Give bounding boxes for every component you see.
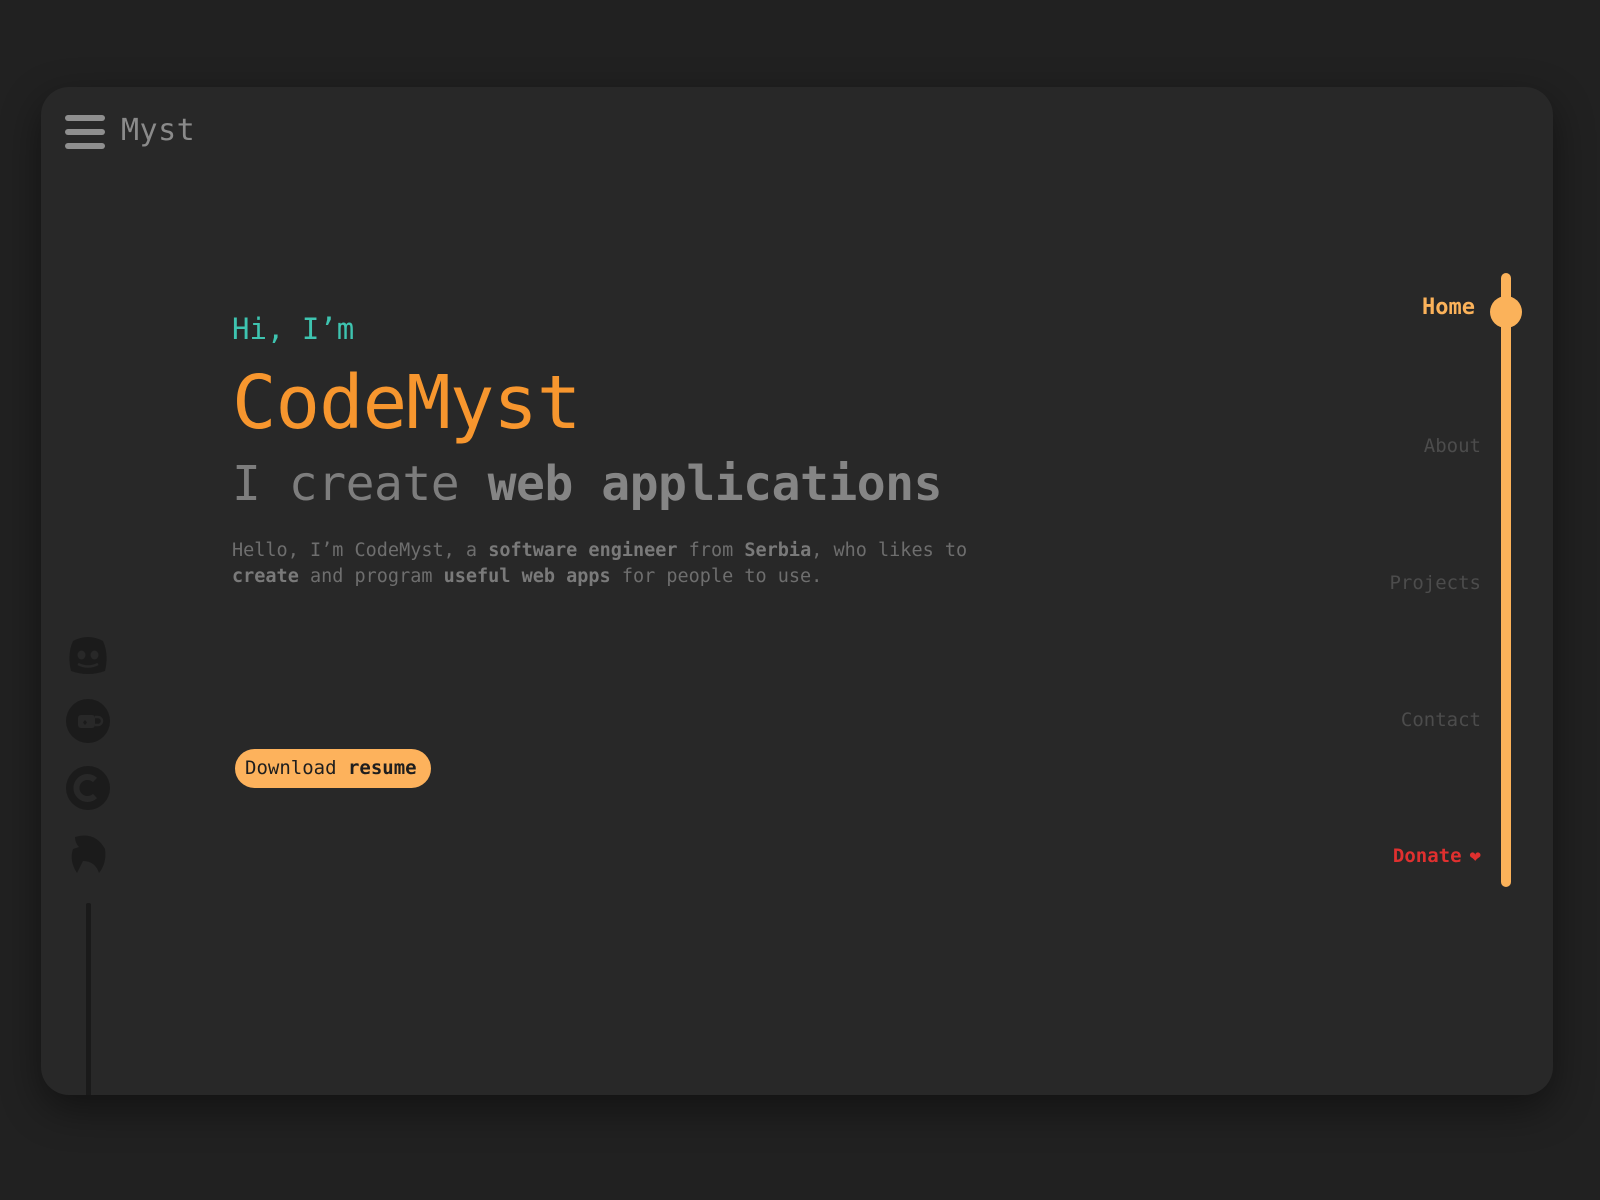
bio-highlight: useful web apps — [443, 566, 611, 587]
bio-highlight: Serbia — [744, 540, 812, 561]
bio-highlight: create — [232, 566, 299, 587]
nav-scroll-indicator[interactable] — [1490, 296, 1522, 328]
bio-text: , who likes to — [811, 540, 979, 561]
resume-button-bold: resume — [347, 757, 417, 779]
bio-text: from — [677, 540, 745, 561]
brand-logo-text[interactable]: Myst — [121, 113, 195, 148]
hero-name: CodeMyst — [232, 360, 581, 446]
main-card: Myst Hi, I’m CodeMyst I create web appli… — [41, 87, 1553, 1095]
bio-text: for people to use. — [610, 566, 823, 587]
discord-icon[interactable] — [65, 631, 111, 677]
bio-highlight: software engineer — [488, 540, 678, 561]
nav-item-contact[interactable]: Contact — [1401, 709, 1481, 731]
resume-button-prefix: Download — [245, 757, 348, 779]
tagline-prefix: I create — [232, 456, 488, 512]
hero-bio: Hello, I’m CodeMyst, a software engineer… — [232, 538, 1012, 590]
bio-text: and program — [298, 566, 444, 587]
hero-section: Hi, I’m CodeMyst I create web applicatio… — [232, 312, 1232, 788]
nav-scroll-track[interactable] — [1501, 273, 1511, 887]
tagline-highlight: web applications — [487, 456, 943, 512]
hamburger-menu-icon[interactable] — [65, 115, 105, 151]
heart-icon: ❤ — [1469, 845, 1481, 867]
page: Myst Hi, I’m CodeMyst I create web appli… — [0, 0, 1600, 1200]
download-resume-button[interactable]: Download resume — [235, 749, 431, 788]
nav-item-home[interactable]: Home — [1422, 295, 1475, 320]
bio-text: Hello, I’m CodeMyst, a — [232, 540, 489, 561]
mastodon-icon[interactable] — [65, 831, 111, 877]
nav-item-about[interactable]: About — [1424, 435, 1481, 457]
greeting-text: Hi, I’m — [232, 312, 355, 346]
nav-item-projects[interactable]: Projects — [1389, 572, 1481, 594]
codeberg-icon[interactable] — [65, 765, 111, 811]
nav-item-donate[interactable]: Donate ❤ — [1393, 845, 1481, 867]
social-divider-line — [86, 903, 91, 1095]
ko-fi-icon[interactable] — [65, 698, 111, 744]
donate-label: Donate — [1392, 845, 1462, 867]
hero-tagline: I create web applications — [232, 460, 1232, 508]
